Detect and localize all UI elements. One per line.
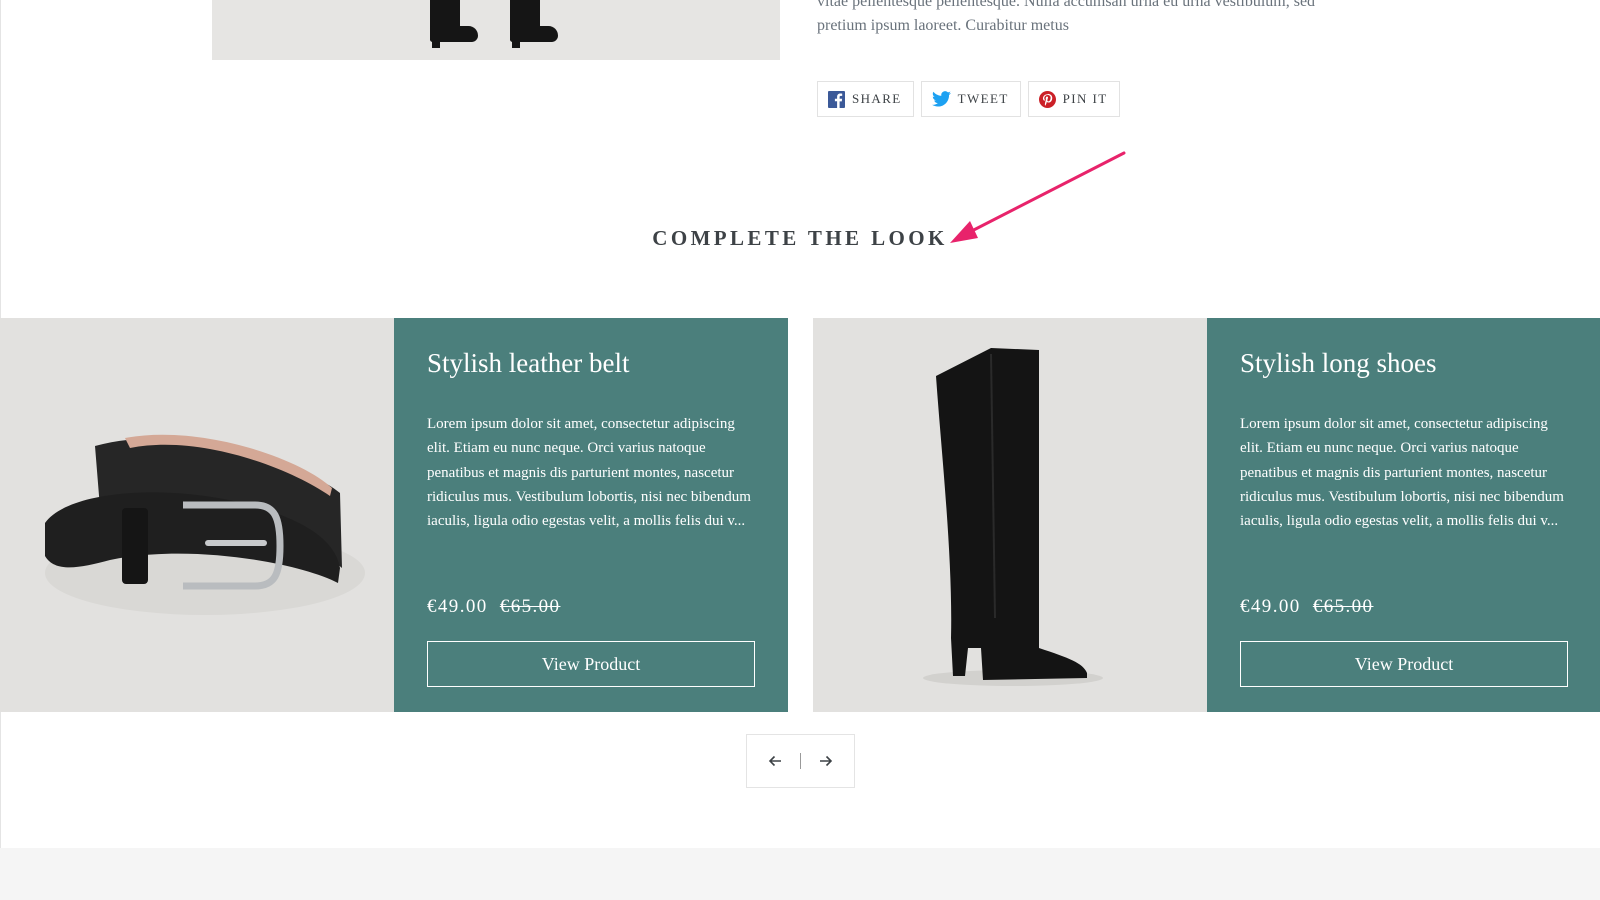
share-facebook-label: SHARE: [852, 91, 902, 106]
share-twitter-label: TWEET: [957, 91, 1009, 106]
belt-icon: [45, 434, 365, 615]
belt-image[interactable]: [0, 318, 394, 712]
boot-image[interactable]: [813, 318, 1207, 712]
product-description: Lorem ipsum dolor sit amet, consectetur …: [427, 416, 751, 530]
arrow-left-icon: [768, 755, 781, 767]
share-pinterest-label: PIN IT: [1062, 91, 1108, 106]
twitter-icon: [931, 91, 951, 107]
carousel-prev-button[interactable]: [764, 750, 786, 772]
site-footer: [0, 848, 1600, 900]
product-info-panel: Stylish long shoes Lorem ipsum dolor sit…: [1207, 318, 1600, 712]
product-card: Stylish leather belt Lorem ipsum dolor s…: [0, 318, 788, 712]
product-description: Lorem ipsum dolor sit amet, consectetur …: [1240, 416, 1564, 530]
sale-price: €49.00: [1240, 596, 1301, 617]
product-title[interactable]: Stylish long shoes: [1240, 348, 1437, 379]
share-twitter-button[interactable]: TWEET: [920, 81, 1021, 117]
carousel-divider: [800, 753, 801, 769]
compare-price: €65.00: [1312, 596, 1374, 617]
pinterest-icon: [1038, 90, 1056, 108]
share-pinterest-button[interactable]: PIN IT: [1027, 81, 1120, 117]
product-info-panel: Stylish leather belt Lorem ipsum dolor s…: [394, 318, 788, 712]
sale-price: €49.00: [427, 596, 488, 617]
product-description-line: pretium ipsum laoreet. Curabitur metus: [817, 17, 1069, 34]
product-main-image: [212, 0, 780, 60]
product-description-line: vitae pellentesque pellentesque. Nulla a…: [817, 0, 1316, 10]
product-title[interactable]: Stylish leather belt: [427, 348, 629, 379]
compare-price: €65.00: [499, 596, 561, 617]
carousel-nav: [746, 734, 855, 788]
section-title: COMPLETE THE LOOK: [652, 226, 948, 250]
arrow-right-icon: [820, 755, 833, 767]
boot-icon: [923, 348, 1103, 686]
view-product-button[interactable]: View Product: [427, 641, 755, 687]
carousel-next-button[interactable]: [815, 750, 837, 772]
price-row: €49.00 €65.00: [427, 596, 560, 618]
product-description: vitae pellentesque pellentesque. Nulla a…: [817, 0, 1377, 38]
view-product-button[interactable]: View Product: [1240, 641, 1568, 687]
share-facebook-button[interactable]: SHARE: [817, 81, 914, 117]
social-share-bar: SHARE TWEET PIN IT: [817, 81, 1120, 117]
product-card: Stylish long shoes Lorem ipsum dolor sit…: [813, 318, 1600, 712]
facebook-icon: [828, 90, 845, 108]
price-row: €49.00 €65.00: [1240, 596, 1373, 618]
